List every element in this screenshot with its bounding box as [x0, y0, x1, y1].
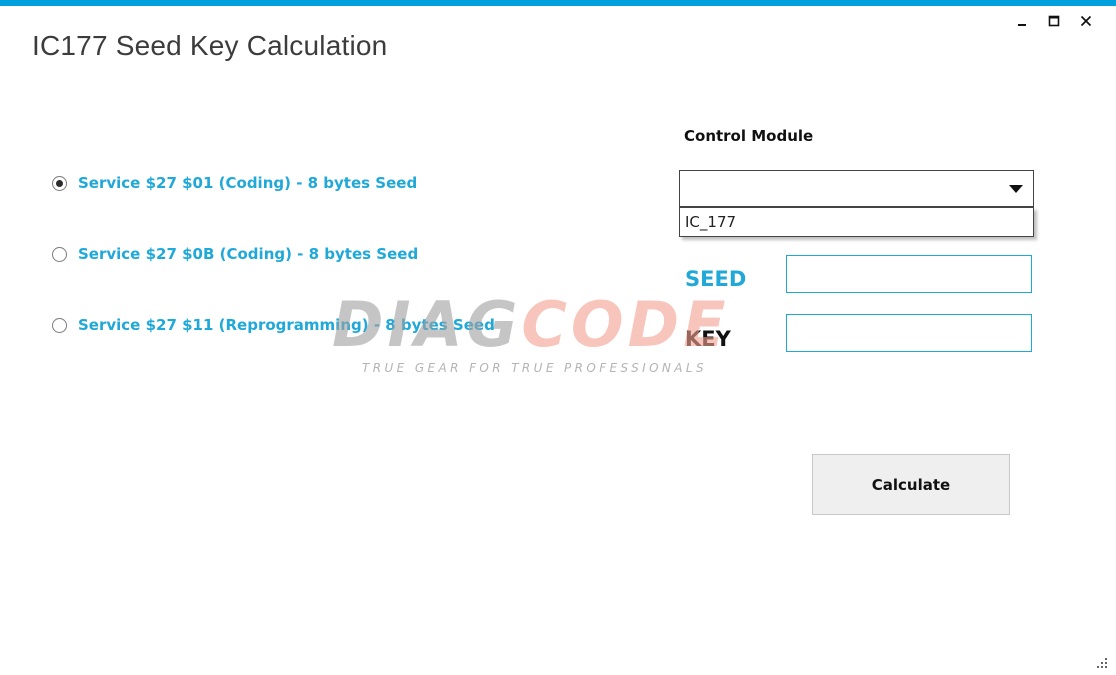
service-label: Service $27 $0B (Coding) - 8 bytes Seed	[78, 245, 419, 263]
maximize-button[interactable]	[1038, 10, 1070, 32]
radio-button-icon[interactable]	[52, 317, 67, 333]
radio-button-icon[interactable]	[52, 175, 67, 191]
control-module-label: Control Module	[684, 127, 814, 145]
window-title: IC177 Seed Key Calculation	[32, 30, 388, 61]
maximize-icon	[1048, 15, 1060, 27]
close-button[interactable]	[1070, 10, 1102, 32]
seed-label: SEED	[685, 267, 747, 291]
window-accent-bar	[0, 0, 1116, 6]
key-label: KEY	[685, 327, 731, 351]
service-label: Service $27 $01 (Coding) - 8 bytes Seed	[78, 174, 418, 192]
minimize-button[interactable]	[1006, 10, 1038, 32]
service-radio-reprogramming-11[interactable]: Service $27 $11 (Reprogramming) - 8 byte…	[52, 316, 495, 334]
minimize-icon	[1018, 24, 1026, 26]
service-label: Service $27 $11 (Reprogramming) - 8 byte…	[78, 316, 495, 334]
resize-grip-icon[interactable]	[1096, 657, 1108, 669]
key-input[interactable]	[786, 314, 1032, 352]
dropdown-option-ic-177[interactable]: IC_177	[685, 213, 736, 231]
watermark-tagline: TRUE GEAR FOR TRUE PROFESSIONALS	[362, 361, 708, 375]
radio-button-icon[interactable]	[52, 246, 67, 262]
radio-selected-dot	[56, 179, 63, 187]
close-icon	[1080, 15, 1092, 27]
calculate-button[interactable]: Calculate	[812, 454, 1010, 515]
window-controls	[1006, 10, 1102, 32]
control-module-combobox[interactable]	[679, 170, 1034, 207]
chevron-down-icon[interactable]	[1009, 185, 1023, 193]
service-radio-coding-0b[interactable]: Service $27 $0B (Coding) - 8 bytes Seed	[52, 245, 418, 263]
seed-input[interactable]	[786, 255, 1032, 293]
service-radio-coding-01[interactable]: Service $27 $01 (Coding) - 8 bytes Seed	[52, 174, 417, 192]
control-module-dropdown-list: IC_177	[679, 207, 1034, 237]
